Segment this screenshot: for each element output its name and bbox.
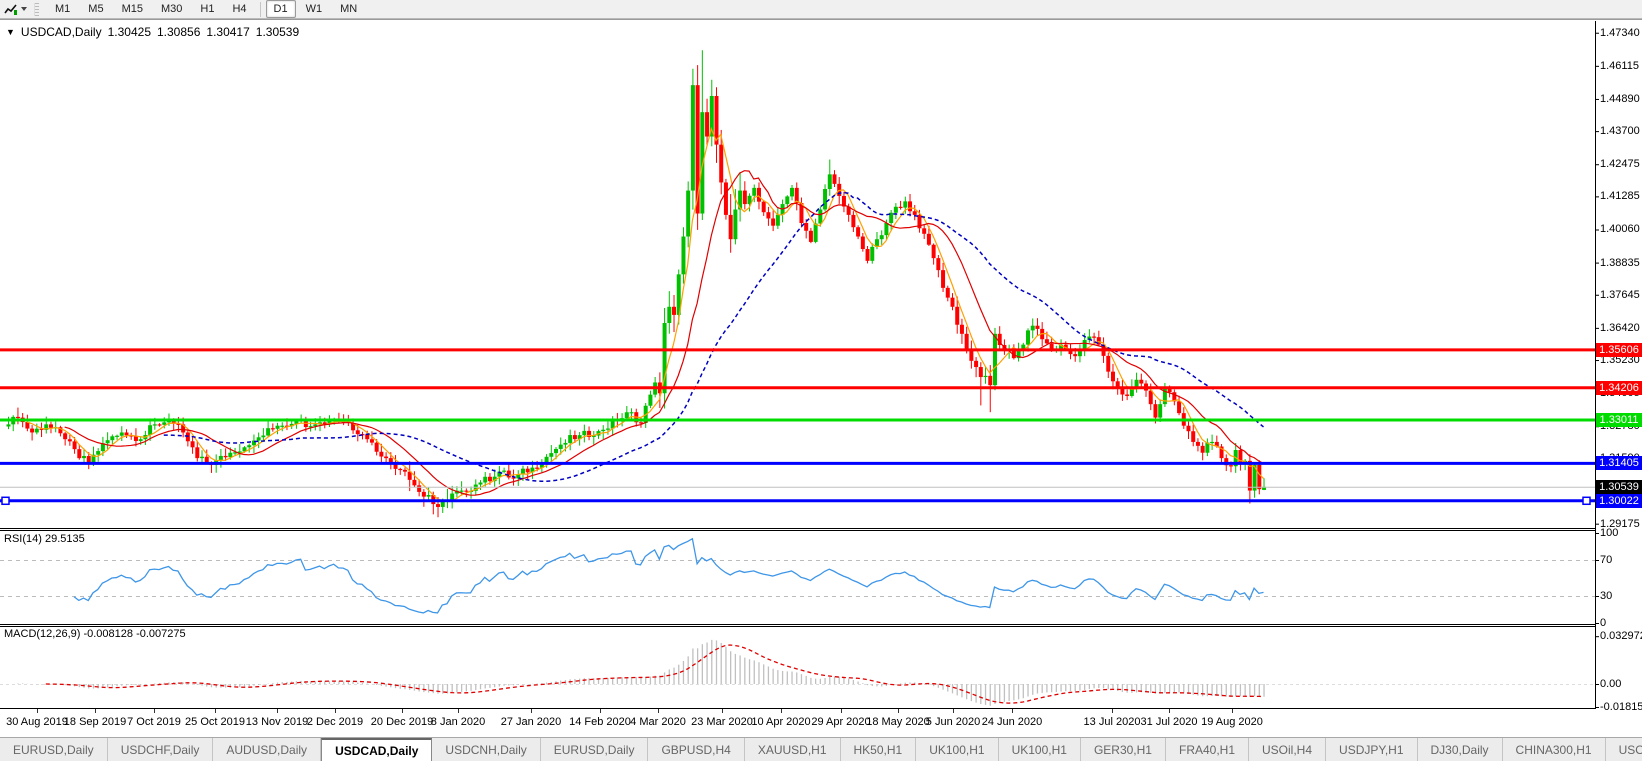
timeframe-button-w1[interactable]: W1 [298, 0, 331, 18]
tab-eurusd-daily[interactable]: EURUSD,Daily [541, 738, 649, 761]
time-axis-label: 7 Oct 2019 [127, 716, 181, 728]
tab-hk50-h1[interactable]: HK50,H1 [841, 738, 917, 761]
time-axis-label: 31 Jul 2020 [1140, 716, 1198, 728]
timeframe-button-d1[interactable]: D1 [265, 0, 296, 18]
ohlc-open: 1.30425 [107, 25, 151, 39]
timeframe-button-m15[interactable]: M15 [114, 0, 151, 18]
chart-cursor-icon [4, 3, 17, 15]
time-axis-label: 4 Mar 2020 [630, 716, 686, 728]
price-axis-tick: 1.36420 [1600, 321, 1640, 334]
tab-usoil-h1[interactable]: USOil,H1 [1606, 738, 1642, 761]
price-axis-tick: 1.38835 [1600, 256, 1640, 269]
price-axis-tick: 1.43700 [1600, 125, 1640, 138]
price-axis-tick: 1.40060 [1600, 223, 1640, 236]
timeframe-button-m30[interactable]: M30 [153, 0, 190, 18]
hline-price-label: 1.31405 [1596, 456, 1642, 471]
toolbar-separator [259, 1, 261, 17]
tab-usdcad-daily[interactable]: USDCAD,Daily [321, 738, 433, 761]
collapse-triangle-icon[interactable]: ▼ [6, 27, 15, 37]
tab-usdjpy-h1[interactable]: USDJPY,H1 [1326, 738, 1418, 761]
tab-usdcnh-daily[interactable]: USDCNH,Daily [432, 738, 541, 761]
macd-label: MACD(12,26,9) -0.008128 -0.007275 [4, 628, 186, 640]
price-axis-tick: 1.46115 [1600, 59, 1639, 72]
time-axis-label: 24 Jun 2020 [981, 716, 1043, 728]
time-axis-label: 13 Jul 2020 [1083, 716, 1141, 728]
tab-uk100-h1[interactable]: UK100,H1 [916, 738, 999, 761]
top-toolbar: M1 M5 M15 M30 H1 H4 D1 W1 MN [0, 0, 1642, 19]
time-axis-label: 25 Oct 2019 [185, 716, 245, 728]
price-axis-tick: 1.42475 [1600, 158, 1640, 171]
timeframe-button-m5[interactable]: M5 [80, 0, 111, 18]
hline-price-label: 1.34206 [1596, 380, 1642, 395]
rsi-axis-tick: 70 [1600, 554, 1613, 566]
rsi-axis-tick: 0 [1600, 617, 1607, 629]
time-axis-label: 30 Aug 2019 [6, 716, 68, 728]
timeframe-button-h1[interactable]: H1 [192, 0, 222, 18]
time-axis-label: 23 Mar 2020 [691, 716, 753, 728]
ohlc-low: 1.30417 [206, 25, 250, 39]
tab-uk100-h1[interactable]: UK100,H1 [999, 738, 1081, 761]
price-axis-tick: 1.47340 [1600, 26, 1640, 39]
hline-price-label: 1.30022 [1596, 493, 1642, 508]
chart-header: ▼ USDCAD,Daily 1.30425 1.30856 1.30417 1… [6, 25, 299, 39]
rsi-label: RSI(14) 29.5135 [4, 533, 85, 545]
timeframe-buttons: M1 M5 M15 M30 H1 H4 D1 W1 MN [42, 0, 370, 18]
time-axis-label: 8 Jan 2020 [430, 716, 486, 728]
time-axis-label: 18 May 2020 [866, 716, 930, 728]
rsi-axis-tick: 100 [1600, 527, 1619, 539]
hline-price-label: 1.33011 [1596, 413, 1642, 427]
ohlc-close: 1.30539 [255, 25, 300, 39]
timeframe-button-h4[interactable]: H4 [224, 0, 254, 18]
time-axis-label: 13 Nov 2019 [245, 716, 309, 728]
current-price-label: 1.30539 [1596, 479, 1642, 494]
toolbar-grip[interactable] [34, 2, 39, 16]
dropdown-caret-icon[interactable] [21, 7, 27, 11]
chart-canvas[interactable] [0, 19, 1642, 737]
timeframe-button-mn[interactable]: MN [332, 0, 365, 18]
tab-usoil-h4[interactable]: USOil,H4 [1249, 738, 1327, 761]
time-axis-label: 10 Apr 2020 [751, 716, 811, 728]
time-axis-label: 29 Apr 2020 [811, 716, 871, 728]
price-axis-tick: 1.44890 [1600, 92, 1640, 105]
time-axis-label: 27 Jan 2020 [500, 716, 562, 728]
ohlc-high: 1.30856 [157, 25, 201, 39]
macd-axis-tick: -0.018154 [1600, 701, 1642, 713]
macd-axis-tick: 0.032972 [1600, 630, 1642, 643]
tab-usdchf-daily[interactable]: USDCHF,Daily [108, 738, 214, 761]
macd-axis-tick: 0.00 [1600, 678, 1622, 690]
chart-window: ▼ USDCAD,Daily 1.30425 1.30856 1.30417 1… [0, 19, 1642, 737]
time-axis-label: 2 Dec 2019 [306, 716, 364, 728]
tab-audusd-daily[interactable]: AUDUSD,Daily [213, 738, 322, 761]
price-axis-tick: 1.37645 [1600, 288, 1640, 301]
time-axis-label: 5 Jun 2020 [925, 716, 981, 728]
chart-cursor-tool[interactable] [0, 0, 31, 18]
time-axis-label: 14 Feb 2020 [569, 716, 631, 728]
hline-price-label: 1.35606 [1596, 342, 1642, 357]
tab-dj30-daily[interactable]: DJ30,Daily [1418, 738, 1503, 761]
tab-gbpusd-h4[interactable]: GBPUSD,H4 [648, 738, 745, 761]
tab-ger30-h1[interactable]: GER30,H1 [1081, 738, 1166, 761]
time-axis-label: 19 Aug 2020 [1201, 716, 1263, 728]
time-axis-label: 18 Sep 2019 [63, 716, 127, 728]
time-axis-label: 20 Dec 2019 [370, 716, 434, 728]
tab-fra40-h1[interactable]: FRA40,H1 [1166, 738, 1250, 761]
tab-eurusd-daily[interactable]: EURUSD,Daily [0, 738, 108, 761]
symbol-period-label: USDCAD,Daily [20, 25, 102, 39]
price-axis-tick: 1.41285 [1600, 190, 1640, 203]
tab-china300-h1[interactable]: CHINA300,H1 [1503, 738, 1606, 761]
rsi-axis-tick: 30 [1600, 590, 1613, 602]
timeframe-button-m1[interactable]: M1 [47, 0, 78, 18]
chart-tab-bar: EURUSD,Daily USDCHF,Daily AUDUSD,Daily USDC… [0, 737, 1642, 761]
tab-xauusd-h1[interactable]: XAUUSD,H1 [745, 738, 841, 761]
